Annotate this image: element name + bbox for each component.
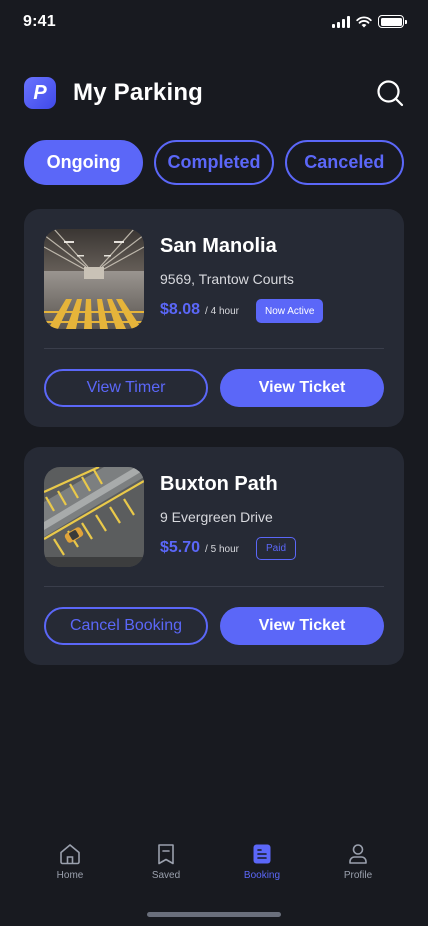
parking-name: San Manolia xyxy=(160,235,277,257)
price-duration: / 4 hour xyxy=(205,306,239,317)
divider xyxy=(44,586,384,587)
tab-ongoing[interactable]: Ongoing xyxy=(24,140,144,185)
price: $8.08 xyxy=(160,301,201,318)
status-badge: Paid xyxy=(256,537,297,560)
search-button[interactable] xyxy=(376,79,404,107)
nav-label: Saved xyxy=(151,870,181,881)
price-duration: / 5 hour xyxy=(205,544,239,555)
view-ticket-button[interactable]: View Ticket xyxy=(220,369,384,407)
bookmark-icon xyxy=(158,844,174,865)
nav-label: Home xyxy=(56,870,84,881)
parking-garage-image xyxy=(44,229,144,329)
price: $5.70 xyxy=(160,539,201,556)
profile-icon xyxy=(349,844,367,864)
status-badge: Now Active xyxy=(256,299,324,323)
home-indicator xyxy=(147,912,281,917)
logo-letter: P xyxy=(33,81,47,104)
nav-item-booking[interactable]: Booking xyxy=(222,842,302,881)
nav-label: Booking xyxy=(243,870,281,881)
cancel-booking-button[interactable]: Cancel Booking xyxy=(44,607,208,645)
nav-item-home[interactable]: Home xyxy=(30,842,110,881)
booking-document-icon xyxy=(253,844,271,864)
wifi-icon xyxy=(356,15,372,27)
nav-item-profile[interactable]: Profile xyxy=(318,842,398,881)
home-icon xyxy=(60,844,80,865)
view-ticket-button[interactable]: View Ticket xyxy=(220,607,384,645)
status-icons xyxy=(332,15,407,28)
view-timer-button[interactable]: View Timer xyxy=(44,369,208,407)
nav-label: Profile xyxy=(343,870,373,881)
booking-status-tabs: Ongoing Completed Canceled xyxy=(24,140,404,185)
booking-card[interactable]: Buxton Path 9 Evergreen Drive $5.70 / 5 … xyxy=(24,447,404,665)
tab-canceled[interactable]: Canceled xyxy=(284,140,404,185)
parking-address: 9 Evergreen Drive xyxy=(160,509,273,525)
cellular-signal-icon xyxy=(332,15,350,28)
tab-completed[interactable]: Completed xyxy=(154,140,274,185)
nav-item-saved[interactable]: Saved xyxy=(126,842,206,881)
parking-address: 9569, Trantow Courts xyxy=(160,271,294,287)
price-row: $5.70 / 5 hour xyxy=(160,539,239,557)
search-icon xyxy=(377,80,404,107)
booking-card[interactable]: San Manolia 9569, Trantow Courts $8.08 /… xyxy=(24,209,404,427)
parking-lot-image xyxy=(44,467,144,567)
page-title: My Parking xyxy=(73,79,204,106)
divider xyxy=(44,348,384,349)
battery-icon xyxy=(378,15,407,28)
price-row: $8.08 / 4 hour xyxy=(160,301,239,319)
header: P My Parking xyxy=(24,76,404,110)
parking-name: Buxton Path xyxy=(160,473,278,495)
status-time: 9:41 xyxy=(23,13,56,30)
app-logo: P xyxy=(24,77,56,109)
bottom-navigation: Home Saved Booking Profile xyxy=(0,842,428,892)
status-bar: 9:41 xyxy=(0,0,428,44)
